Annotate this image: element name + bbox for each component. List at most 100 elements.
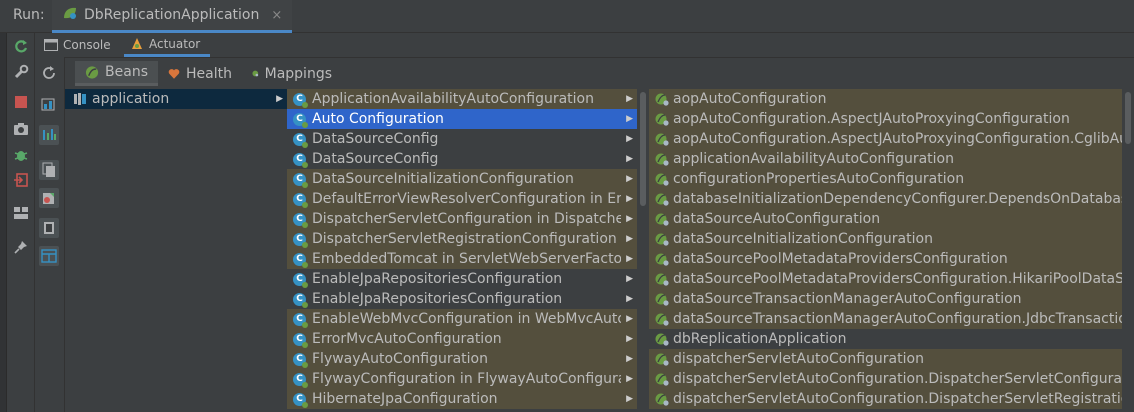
bean-icon <box>655 292 669 306</box>
configuration-item-label: FlywayConfiguration in FlywayAutoConfigu… <box>312 371 621 387</box>
run-toolbar <box>7 33 35 412</box>
bean-item[interactable]: dataSourcePoolMetadataProvidersConfigura… <box>649 269 1122 289</box>
bean-item-label: dataSourcePoolMetadataProvidersConfigura… <box>673 271 1122 287</box>
configuration-item-label: DefaultErrorViewResolverConfiguration in… <box>312 191 621 207</box>
bean-item[interactable]: dispatcherServletAutoConfiguration.Dispa… <box>649 369 1122 389</box>
spring-class-icon: C <box>293 272 308 288</box>
copy-icon[interactable] <box>39 160 59 180</box>
chevron-right-icon: ▶ <box>626 174 633 184</box>
spring-class-icon: C <box>293 372 308 388</box>
configuration-item[interactable]: C FlywayAutoConfiguration ▶ <box>287 349 637 369</box>
spring-class-icon: C <box>293 292 308 308</box>
tab-console-label: Console <box>63 38 111 52</box>
pages-icon[interactable] <box>39 218 59 238</box>
bean-item[interactable]: dbReplicationApplication <box>649 329 1122 349</box>
configuration-item[interactable]: C DataSourceInitializationConfiguration ▶ <box>287 169 637 189</box>
close-tab-icon[interactable]: × <box>271 8 282 23</box>
chevron-right-icon: ▶ <box>276 94 283 104</box>
bean-item[interactable]: applicationAvailabilityAutoConfiguration <box>649 149 1122 169</box>
tab-mappings[interactable]: Mappings <box>242 61 342 86</box>
bean-list-scroll-thumb[interactable] <box>1125 92 1131 144</box>
bean-item-label: dataSourceAutoConfiguration <box>673 211 881 227</box>
exit-icon[interactable] <box>12 171 30 189</box>
stop-icon[interactable] <box>12 93 30 111</box>
tab-actuator[interactable]: Actuator <box>124 33 210 57</box>
context-item-application[interactable]: application ▶ <box>65 89 287 109</box>
configuration-item[interactable]: C EnableJpaRepositoriesConfiguration ▶ <box>287 289 637 309</box>
bean-item-label: dispatcherServletAutoConfiguration.Dispa… <box>673 371 1122 387</box>
actuator-toolbar <box>36 57 65 412</box>
bean-item[interactable]: databaseInitializationDependencyConfigur… <box>649 189 1122 209</box>
bean-icon <box>655 252 669 266</box>
configuration-item[interactable]: C HibernateJpaConfiguration ▶ <box>287 389 637 409</box>
bean-item-label: dataSourceInitializationConfiguration <box>673 231 933 247</box>
tab-health-label: Health <box>186 65 232 82</box>
bean-item[interactable]: aopAutoConfiguration.AspectJAutoProxying… <box>649 129 1122 149</box>
tab-mappings-label: Mappings <box>264 65 332 82</box>
configuration-item[interactable]: C EmbeddedTomcat in ServletWebServerFacto… <box>287 249 637 269</box>
bean-item-label: dataSourceTransactionManagerAutoConfigur… <box>673 311 1122 327</box>
bean-item[interactable]: dispatcherServletAutoConfiguration <box>649 349 1122 369</box>
bean-item-label: aopAutoConfiguration <box>673 91 827 107</box>
tab-beans[interactable]: Beans <box>75 61 158 86</box>
configuration-list-scroll-thumb[interactable] <box>640 92 646 206</box>
configuration-item[interactable]: C DispatcherServletRegistrationConfigurat… <box>287 229 637 249</box>
spring-class-icon: C <box>293 212 308 228</box>
configuration-item[interactable]: CEnableWebMvcConfiguration in WebMvcAuto… <box>287 309 637 329</box>
configuration-item-label: Auto Configuration <box>312 111 444 127</box>
configuration-item[interactable]: C ErrorMvcAutoConfiguration ▶ <box>287 329 637 349</box>
rerun-icon[interactable] <box>12 38 30 56</box>
bean-item[interactable]: dataSourceTransactionManagerAutoConfigur… <box>649 289 1122 309</box>
bean-item[interactable]: dispatcherServletAutoConfiguration.Dispa… <box>649 389 1122 409</box>
bean-item-label: aopAutoConfiguration.AspectJAutoProxying… <box>673 131 1122 147</box>
configuration-item[interactable]: C DispatcherServletConfiguration in Dispa… <box>287 209 637 229</box>
spring-class-icon: C <box>293 352 308 368</box>
context-icon <box>73 92 87 106</box>
chevron-right-icon: ▶ <box>626 134 633 144</box>
bean-item[interactable]: aopAutoConfiguration <box>649 89 1122 109</box>
configuration-item[interactable]: C DefaultErrorViewResolverConfiguration i… <box>287 189 637 209</box>
bean-icon <box>655 112 669 126</box>
configuration-item[interactable]: C DataSourceConfig ▶ <box>287 149 637 169</box>
bean-icon <box>655 92 669 106</box>
layout-icon[interactable] <box>12 204 30 222</box>
configuration-item[interactable]: C Auto Configuration ▶ <box>287 109 637 129</box>
configuration-item[interactable]: C DataSourceConfig ▶ <box>287 129 637 149</box>
configuration-item-label: DataSourceConfig <box>312 131 439 147</box>
configuration-item-label: FlywayAutoConfiguration <box>312 351 488 367</box>
chevron-right-icon: ▶ <box>626 274 633 284</box>
tab-actuator-label: Actuator <box>149 36 201 51</box>
chevron-right-icon: ▶ <box>626 354 633 364</box>
bean-item[interactable]: configurationPropertiesAutoConfiguration <box>649 169 1122 189</box>
run-config-tab[interactable]: DbReplicationApplication × <box>52 0 293 33</box>
bean-item[interactable]: dataSourceInitializationConfiguration <box>649 229 1122 249</box>
layout-toggle-icon[interactable] <box>39 246 59 266</box>
bean-icon <box>655 272 669 286</box>
bean-item[interactable]: dataSourceAutoConfiguration <box>649 209 1122 229</box>
bean-item[interactable]: dataSourceTransactionManagerAutoConfigur… <box>649 309 1122 329</box>
configuration-item[interactable]: C ApplicationAvailabilityAutoConfiguratio… <box>287 89 637 109</box>
spring-class-icon: C <box>293 132 308 148</box>
config-files-icon[interactable] <box>39 188 59 208</box>
wrench-icon[interactable] <box>12 63 30 81</box>
chevron-right-icon: ▶ <box>626 194 633 204</box>
tab-console[interactable]: Console <box>44 33 119 57</box>
spring-class-icon: C <box>293 232 308 248</box>
bean-item-label: dataSourcePoolMetadataProvidersConfigura… <box>673 251 1008 267</box>
tab-health[interactable]: Health <box>158 61 242 86</box>
configuration-item-label: ErrorMvcAutoConfiguration <box>312 331 502 347</box>
refresh-icon[interactable] <box>39 63 59 83</box>
diagram-icon[interactable] <box>39 125 59 145</box>
show-library-beans-icon[interactable] <box>39 95 59 115</box>
configuration-item[interactable]: C EnableJpaRepositoriesConfiguration ▶ <box>287 269 637 289</box>
pin-icon[interactable] <box>12 238 30 256</box>
bean-item-label: dbReplicationApplication <box>673 331 847 347</box>
bug-icon[interactable] <box>12 146 30 164</box>
bean-item[interactable]: dataSourcePoolMetadataProvidersConfigura… <box>649 249 1122 269</box>
bean-list: aopAutoConfiguration aopAutoConfiguration… <box>649 89 1122 412</box>
context-item-label: application <box>92 91 170 107</box>
configuration-item[interactable]: C FlywayConfiguration in FlywayAutoConfig… <box>287 369 637 389</box>
camera-icon[interactable] <box>12 120 30 138</box>
bean-item[interactable]: aopAutoConfiguration.AspectJAutoProxying… <box>649 109 1122 129</box>
spring-class-icon: C <box>293 252 308 268</box>
